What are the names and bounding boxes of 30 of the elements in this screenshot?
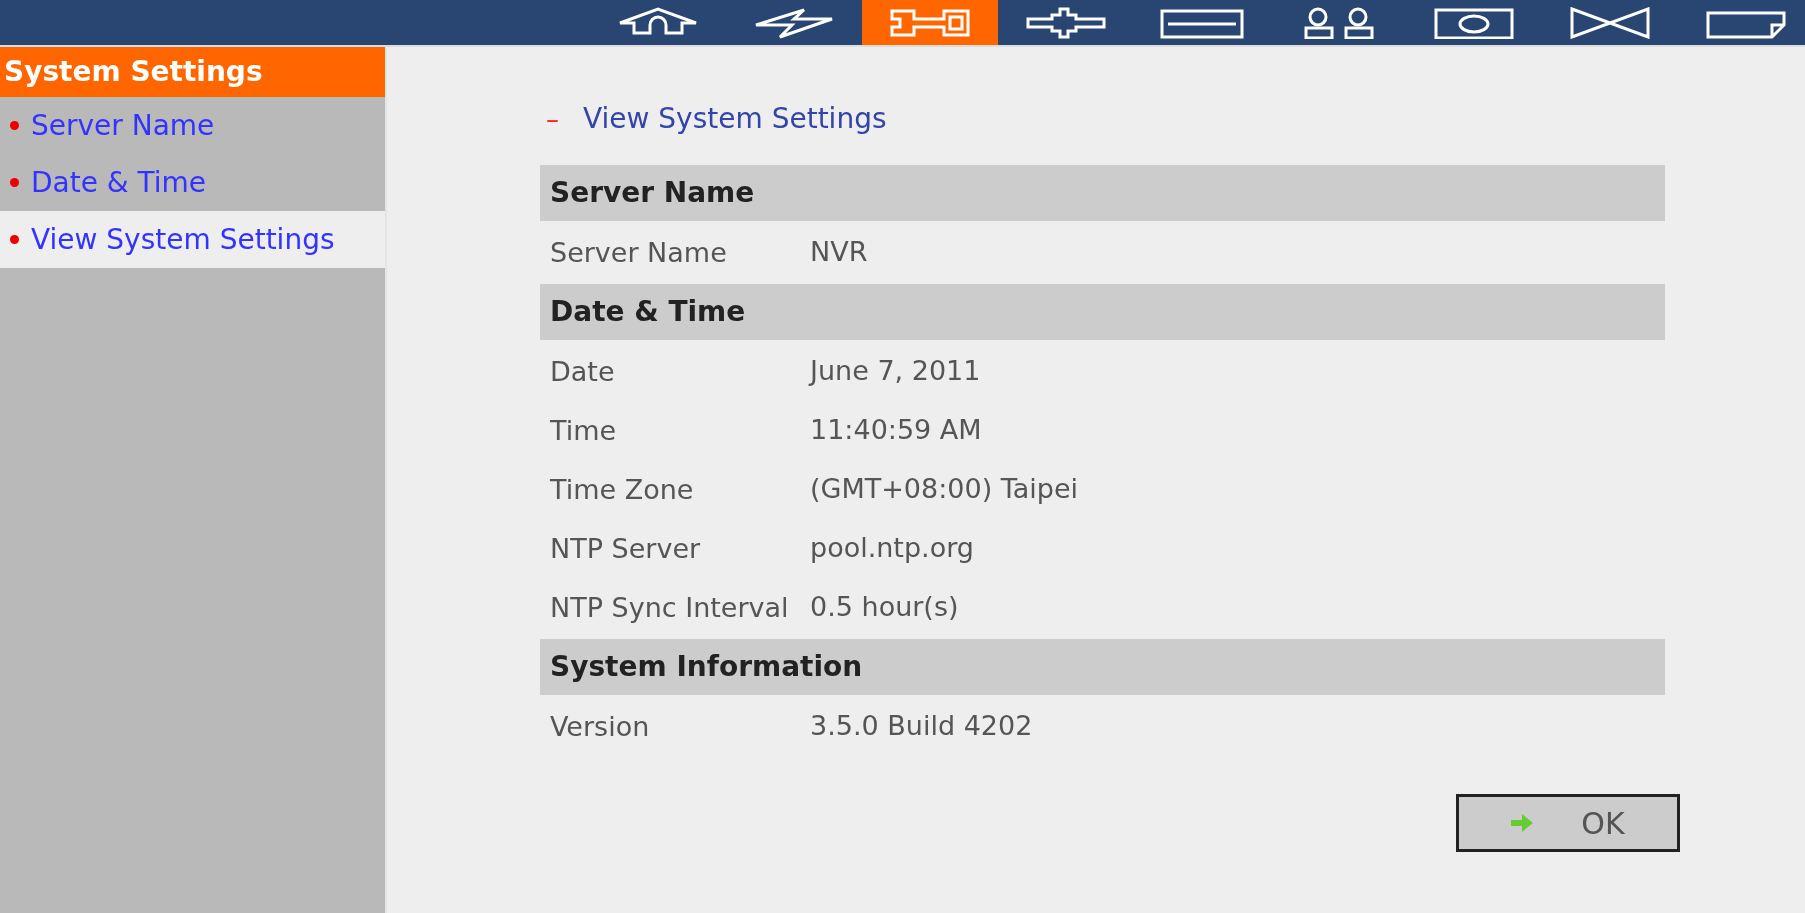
- field-label: Time: [550, 413, 618, 448]
- section-header: System Information: [540, 639, 1665, 695]
- field-value: June 7, 2011: [810, 354, 981, 389]
- section-header: Date & Time: [540, 284, 1665, 340]
- field-value: 11:40:59 AM: [810, 413, 982, 448]
- field-label: NTP Sync Interval: [550, 590, 790, 625]
- ok-button[interactable]: OK: [1456, 794, 1680, 852]
- sidebar-title: System Settings: [0, 47, 385, 97]
- field-value: NVR: [810, 235, 868, 270]
- sidebar-link[interactable]: View System Settings: [31, 218, 335, 261]
- sidebar-link[interactable]: Server Name: [31, 104, 215, 147]
- bullet-icon: [10, 121, 19, 130]
- field-label: Version: [550, 709, 651, 744]
- section-link[interactable]: View System Settings: [583, 98, 887, 140]
- sidebar-item[interactable]: View System Settings: [0, 211, 385, 268]
- field-label: Date: [550, 354, 616, 389]
- collapse-marker[interactable]: –: [546, 99, 559, 139]
- bullet-icon: [10, 235, 19, 244]
- field-value: 3.5.0 Build 4202: [810, 709, 1033, 744]
- sidebar-link[interactable]: Date & Time: [31, 161, 207, 204]
- field-label: Time Zone: [550, 472, 695, 507]
- bullet-icon: [10, 178, 19, 187]
- bowtie-icon: [1568, 6, 1652, 39]
- section-header: Server Name: [540, 165, 1665, 221]
- field-value: pool.ntp.org: [810, 531, 974, 566]
- field-label: Server Name: [550, 235, 728, 270]
- field-value: (GMT+08:00) Taipei: [810, 472, 1079, 507]
- arrow-icon: [1511, 814, 1534, 832]
- field-value: 0.5 hour(s): [810, 590, 959, 625]
- field-label: NTP Server: [550, 531, 702, 566]
